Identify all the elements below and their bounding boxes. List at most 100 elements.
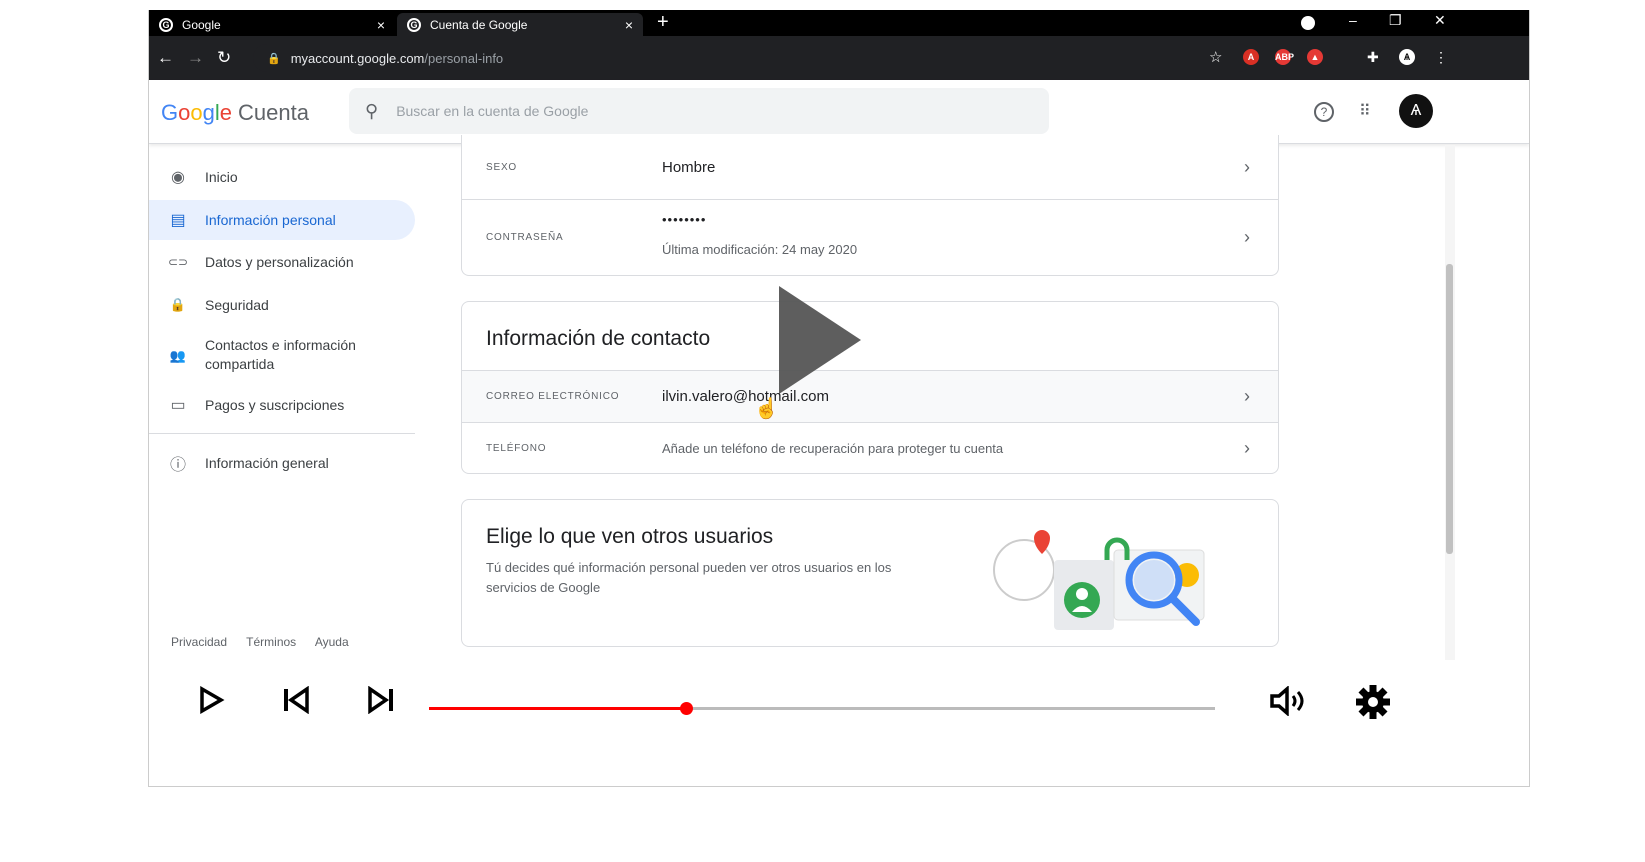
avatar[interactable]: Ѧ [1399,94,1433,128]
sidebar-item-contactos[interactable]: 👥 Contactos e información compartida [149,333,415,377]
email-label: CORREO ELECTRÓNICO [486,391,620,402]
hand-cursor-icon: ☝ [754,398,779,420]
browser-tab-bar: G Google × G Cuenta de Google × + – ❐ ✕ [149,10,1529,36]
chevron-right-icon: › [1244,227,1250,247]
email-row[interactable]: CORREO ELECTRÓNICO ilvin.valero@hotmail.… [462,370,1278,422]
url-domain: myaccount.google.com [290,50,425,66]
google-cuenta-logo[interactable]: Google Cuenta [161,100,309,126]
forward-icon[interactable]: → [187,48,204,68]
search-placeholder: Buscar en la cuenta de Google [396,103,589,119]
video-player-controls [149,660,1529,786]
sidebar-item-seguridad[interactable]: 🔒 Seguridad [149,285,415,325]
sidebar-item-label: Datos y personalización [205,254,354,270]
sidebar-item-informacion-personal[interactable]: ▤ Información personal [149,200,415,240]
privacy-illustration [993,530,1205,630]
visibility-title: Elige lo que ven otros usuarios [486,525,774,548]
sidebar-item-label: Información general [205,455,329,471]
contact-title: Información de contacto [486,327,711,350]
reload-icon[interactable]: ↻ [217,48,231,68]
restore-icon[interactable]: ❐ [1389,12,1402,29]
password-row[interactable]: CONTRASEÑA •••••••• Última modificación:… [462,199,1278,275]
help-icon[interactable]: ? [1314,102,1334,122]
skip-previous-icon[interactable] [281,686,311,714]
big-play-icon[interactable] [779,286,861,394]
close-tab-icon[interactable]: × [377,17,385,33]
close-tab-icon[interactable]: × [625,17,633,33]
sidebar-item-inicio[interactable]: ◉ Inicio [149,157,415,197]
bookmark-star-icon[interactable]: ☆ [1209,48,1222,66]
sidebar-item-label: Inicio [205,169,238,185]
sidebar-divider [149,433,415,434]
id-card-icon: ▤ [170,212,186,229]
minimize-icon[interactable]: – [1349,12,1357,28]
search-icon: ⚲ [365,100,379,121]
volume-icon[interactable] [1269,686,1309,716]
progress-bar[interactable] [429,702,1215,715]
close-window-icon[interactable]: ✕ [1434,12,1446,29]
password-modified: Última modificación: 24 may 2020 [662,242,858,257]
sidebar-item-pagos[interactable]: ▭ Pagos y suscripciones [149,385,415,425]
visibility-card[interactable]: Elige lo que ven otros usuarios Tú decid… [461,499,1279,647]
profile-menu-icon[interactable] [1301,16,1315,30]
sidebar-item-label: Seguridad [205,297,269,313]
back-icon[interactable]: ← [157,48,174,68]
lock-icon: 🔒 [267,52,281,65]
basic-info-card: SEXO Hombre › CONTRASEÑA •••••••• Última… [461,135,1279,276]
profile-icon[interactable]: Ѧ [1399,49,1415,65]
apps-grid-icon[interactable]: ⠿ [1359,101,1371,121]
progress-fill [429,707,687,710]
lock-icon: 🔒 [169,297,187,312]
gender-value: Hombre [662,158,716,176]
tab-label: Google [182,17,221,32]
sidebar-item-informacion-general[interactable]: ⓘ Información general [149,443,415,483]
adblock-extension-icon[interactable]: ABP [1275,49,1294,65]
new-tab-icon[interactable]: + [657,11,669,34]
terms-link[interactable]: Términos [246,635,296,649]
pdf-extension-icon[interactable]: A [1243,49,1259,65]
sidebar-footer: Privacidad Términos Ayuda [171,635,365,649]
people-icon: 👥 [169,347,187,363]
account-circle-icon: ◉ [171,169,185,186]
tab-label: Cuenta de Google [430,17,528,32]
tab-google[interactable]: G Google × [149,13,395,36]
privacy-link[interactable]: Privacidad [171,635,227,649]
sidebar: ◉ Inicio ▤ Información personal ⊂⊃ Datos… [149,145,419,665]
help-link[interactable]: Ayuda [315,635,349,649]
settings-gear-icon[interactable] [1355,684,1391,720]
scrollbar-thumb[interactable] [1446,264,1453,554]
gender-row[interactable]: SEXO Hombre › [462,135,1278,199]
sidebar-item-label: Contactos e información compartida [205,337,356,372]
extension-icon[interactable]: ▲ [1307,49,1323,65]
browser-menu-icon[interactable]: ⋮ [1434,49,1448,66]
url-path: /personal-info [424,50,504,66]
address-bar: ← → ↻ 🔒 myaccount.google.com /personal-i… [149,36,1529,80]
phone-label: TELÉFONO [486,443,547,454]
contact-header: Información de contacto [462,302,1278,370]
google-favicon-icon: G [159,17,173,32]
progress-handle[interactable] [680,702,694,715]
account-search-input[interactable]: ⚲ Buscar en la cuenta de Google [349,88,1049,134]
chevron-right-icon: › [1244,156,1250,177]
contact-info-card: Información de contacto CORREO ELECTRÓNI… [461,301,1279,474]
chevron-right-icon: › [1244,386,1250,406]
password-label: CONTRASEÑA [486,232,564,243]
chevron-right-icon: › [1244,438,1250,458]
tab-cuenta-de-google[interactable]: G Cuenta de Google × [397,13,643,36]
info-icon: ⓘ [169,457,186,474]
play-icon[interactable] [197,686,225,714]
phone-row[interactable]: TELÉFONO Añade un teléfono de recuperaci… [462,422,1278,474]
gender-label: SEXO [486,161,517,173]
sidebar-item-label: Pagos y suscripciones [205,397,345,413]
sidebar-item-datos[interactable]: ⊂⊃ Datos y personalización [149,242,415,282]
skip-next-icon[interactable] [367,686,397,714]
password-value: •••••••• [662,212,707,227]
phone-value: Añade un teléfono de recuperación para p… [662,441,1004,456]
url-input[interactable]: 🔒 myaccount.google.com /personal-info [253,44,1253,72]
sidebar-item-label: Información personal [205,212,336,228]
toggle-icon: ⊂⊃ [167,255,189,269]
credit-card-icon: ▭ [170,397,186,414]
visibility-description: Tú decides qué información personal pued… [486,560,892,595]
video-frame: G Google × G Cuenta de Google × + – ❐ ✕ … [148,10,1530,787]
extensions-puzzle-icon[interactable]: ✚ [1367,49,1379,66]
google-favicon-icon: G [407,17,421,32]
